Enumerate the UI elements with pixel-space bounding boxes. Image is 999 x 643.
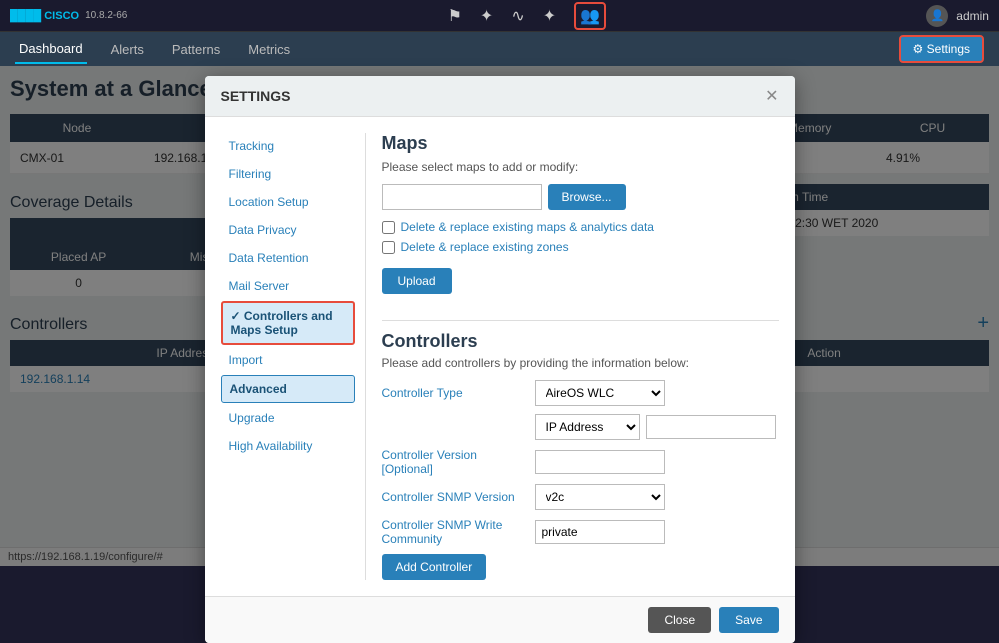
sidebar-item-upgrade[interactable]: Upgrade [221,405,355,431]
location-pin-icon[interactable]: ⚑ [448,6,462,26]
snmp-version-select[interactable]: v2c v1 v3 [535,484,665,510]
sidebar-item-data-privacy[interactable]: Data Privacy [221,217,355,243]
top-navigation: ████ CISCO 10.8.2-66 ⚑ ✦ ∿ ✦ 👥 👤 admin [0,0,999,32]
sidebar-item-mail-server[interactable]: Mail Server [221,273,355,299]
maps-subtext: Please select maps to add or modify: [382,160,779,174]
add-controller-submit-button[interactable]: Add Controller [382,554,487,580]
maps-file-input[interactable] [382,184,542,210]
admin-label: admin [956,9,989,23]
sidebar-item-data-retention[interactable]: Data Retention [221,245,355,271]
sub-navigation: Dashboard Alerts Patterns Metrics ⚙ Sett… [0,32,999,66]
sidebar-item-filtering[interactable]: Filtering [221,161,355,187]
modal-overlay: SETTINGS ✕ Tracking Filtering Location S… [0,66,999,566]
controller-type-row: Controller Type AireOS WLC Catalyst Othe… [382,380,779,406]
modal-controllers-section: Controllers Please add controllers by pr… [382,331,779,580]
modal-controllers-heading: Controllers [382,331,779,352]
snmp-community-input[interactable] [535,520,665,544]
ip-address-row: IP Address Hostname [382,414,779,440]
app-version: 10.8.2-66 [85,10,127,21]
cluster-icon[interactable]: ✦ [480,6,493,26]
modal-main-content: Maps Please select maps to add or modify… [366,133,779,580]
nav-patterns[interactable]: Patterns [168,36,224,63]
avatar: 👤 [926,5,948,27]
nav-icons: ⚑ ✦ ∿ ✦ 👥 [448,2,606,30]
snmp-community-label: Controller SNMP Write Community [382,518,527,546]
nav-metrics[interactable]: Metrics [244,36,294,63]
modal-sidebar: Tracking Filtering Location Setup Data P… [221,133,366,580]
brand-area: ████ CISCO 10.8.2-66 [10,10,127,22]
checkbox-replace-maps: Delete & replace existing maps & analyti… [382,220,779,234]
sidebar-item-import[interactable]: Import [221,347,355,373]
controller-version-input[interactable] [535,450,665,474]
wifi-icon[interactable]: ∿ [511,6,524,26]
snmp-version-label: Controller SNMP Version [382,490,527,504]
replace-zones-checkbox[interactable] [382,241,395,254]
maps-section: Maps Please select maps to add or modify… [382,133,779,310]
controller-type-select[interactable]: AireOS WLC Catalyst Other [535,380,665,406]
modal-header: SETTINGS ✕ [205,76,795,117]
user-area: 👤 admin [926,5,989,27]
modal-close-btn[interactable]: Close [648,607,711,633]
ip-type-select[interactable]: IP Address Hostname [535,414,640,440]
controller-version-label: Controller Version [Optional] [382,448,527,476]
people-icon[interactable]: 👥 [574,2,606,30]
maps-heading: Maps [382,133,779,154]
modal-footer: Close Save [205,596,795,643]
upload-button[interactable]: Upload [382,268,452,294]
replace-maps-label: Delete & replace existing maps & analyti… [401,220,654,234]
nav-alerts[interactable]: Alerts [107,36,148,63]
replace-maps-checkbox[interactable] [382,221,395,234]
section-divider [382,320,779,321]
controller-version-row: Controller Version [Optional] [382,448,779,476]
modal-body: Tracking Filtering Location Setup Data P… [205,117,795,596]
sidebar-item-advanced[interactable]: Advanced [221,375,355,403]
sidebar-item-location-setup[interactable]: Location Setup [221,189,355,215]
cisco-logo: ████ CISCO [10,10,79,22]
controller-type-label: Controller Type [382,386,527,400]
modal-save-btn[interactable]: Save [719,607,778,633]
sidebar-item-tracking[interactable]: Tracking [221,133,355,159]
ip-input-group: IP Address Hostname [535,414,776,440]
snmp-version-row: Controller SNMP Version v2c v1 v3 [382,484,779,510]
settings-button[interactable]: ⚙ Settings [899,35,984,63]
settings-modal: SETTINGS ✕ Tracking Filtering Location S… [205,76,795,643]
replace-zones-label: Delete & replace existing zones [401,240,569,254]
maps-input-row: Browse... [382,184,779,210]
nav-dashboard[interactable]: Dashboard [15,35,87,64]
browse-button[interactable]: Browse... [548,184,626,210]
snmp-community-row: Controller SNMP Write Community [382,518,779,546]
main-content: System at a Glance Node IP Address Memor… [0,66,999,566]
modal-close-button[interactable]: ✕ [765,86,778,106]
modal-controllers-subtext: Please add controllers by providing the … [382,356,779,370]
sidebar-item-high-availability[interactable]: High Availability [221,433,355,459]
ip-value-input[interactable] [646,415,776,439]
sidebar-item-controllers-maps[interactable]: ✓ Controllers and Maps Setup [221,301,355,345]
modal-title: SETTINGS [221,88,291,104]
add-controller-btn-row: Add Controller [382,554,779,580]
share-icon[interactable]: ✦ [543,6,556,26]
checkbox-replace-zones: Delete & replace existing zones [382,240,779,254]
